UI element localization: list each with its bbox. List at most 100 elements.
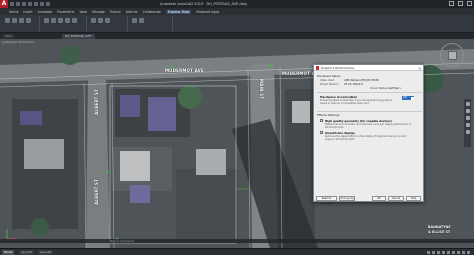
autocad-window: A Autodesk AutoCAD 2019 · DH_PORTAGE_AVE… [0,0,474,255]
intersection-label-line1: BANNATYNE [428,225,451,229]
window-controls [449,1,472,6]
driver-version-label: Driver Version: [320,82,340,86]
ribbon-tab-annotate[interactable]: Annotate [38,10,53,14]
ribbon-tab-view[interactable]: View [79,10,87,14]
layer-state-icon[interactable] [139,18,144,23]
open-file-icon[interactable] [16,1,20,6]
street-label-albert-south: ALBERT ST [94,179,99,205]
cancel-button[interactable]: Cancel [388,196,404,201]
video-card-value: AMD Radeon(TM) R5 M330 [344,78,379,82]
title-bar: A Autodesk AutoCAD 2019 · DH_PORTAGE_AVE… [0,0,474,8]
dialog-app-icon [315,66,319,70]
dialog-separator [317,92,422,93]
polyline-tool-icon[interactable] [12,18,17,23]
viewcube-face-icon[interactable] [448,51,457,60]
viewport-controls-label[interactable]: [-][Top][2D Wireframe] [2,40,34,44]
plot-icon[interactable] [34,1,38,6]
layout-tab-layout2[interactable]: Layout2 [38,250,54,255]
graphics-performance-dialog: Graphics Performance × Hardware Setup Vi… [313,64,424,205]
command-line[interactable]: Type a command [0,239,474,243]
ribbon-tab-parametric[interactable]: Parametric [57,10,74,14]
autocad-logo-icon[interactable]: A [0,0,8,8]
trim-tool-icon[interactable] [72,18,77,23]
dialog-titlebar: Graphics Performance × [314,65,423,71]
driver-status-label: Driver Status: [370,86,388,90]
street-label-albert-north: ALBERT ST [94,89,99,115]
close-icon[interactable] [467,1,472,6]
ribbon-tab-add-ins[interactable]: Add-ins [126,10,138,14]
undo-icon[interactable] [40,1,44,6]
orbit-icon[interactable] [465,123,470,127]
command-prompt[interactable]: Type a command [110,239,134,243]
grid-toggle-icon[interactable] [427,251,430,254]
status-toggle-icons [427,251,470,254]
street-label-main: MAIN ST [259,79,264,100]
ribbon-panel [0,15,474,33]
ribbon-tab-bar: Home Insert Annotate Parametric View Manage Ou… [0,8,474,15]
arc-tool-icon[interactable] [26,18,31,23]
maximize-icon[interactable] [458,1,463,6]
ribbon-tab-home[interactable]: Home [9,10,18,14]
zoom-icon[interactable] [465,116,470,120]
smooth-line-checkbox[interactable] [320,131,324,135]
intersection-label: BANNATYNE & ELLICE ST [428,225,451,234]
layer-properties-icon[interactable] [132,18,137,23]
save-icon[interactable] [22,1,26,6]
snap-toggle-icon[interactable] [432,251,435,254]
pan-icon[interactable] [465,109,470,113]
leader-tool-icon[interactable] [105,18,110,23]
ribbon-tab-output[interactable]: Output [110,10,121,14]
ortho-toggle-icon[interactable] [437,251,440,254]
ribbon-group-annotation [88,16,128,31]
effects-settings-heading: Effects Settings [317,113,340,117]
window-title: Autodesk AutoCAD 2019 · DH_PORTAGE_AVE.d… [160,1,247,6]
save-as-icon[interactable] [28,1,32,6]
move-tool-icon[interactable] [44,18,49,23]
ribbon-tab-insert[interactable]: Insert [23,10,32,14]
layout-tab-layout1[interactable]: Layout1 [19,250,35,255]
text-tool-icon[interactable] [91,18,96,23]
workspace-gear-icon[interactable] [462,251,465,254]
ribbon-tab-featured-apps[interactable]: Featured Apps [196,10,219,14]
toggle-state-text: ON [403,96,407,100]
copy-tool-icon[interactable] [58,18,63,23]
redo-icon[interactable] [46,1,50,6]
dimension-tool-icon[interactable] [98,18,103,23]
polar-toggle-icon[interactable] [442,251,445,254]
ribbon-group-modify [41,16,87,31]
steering-wheel-icon[interactable] [465,102,470,106]
viewcube[interactable] [440,43,464,67]
layout-tab-model[interactable]: Model [2,250,15,255]
osnap-toggle-icon[interactable] [447,251,450,254]
smooth-line-description: Removes the jagged effect on the display… [325,134,407,141]
help-button[interactable]: Help [406,196,421,201]
ribbon-tab-manage[interactable]: Manage [92,10,105,14]
high-quality-geometry-checkbox[interactable] [320,119,324,123]
circle-tool-icon[interactable] [19,18,24,23]
ribbon-group-draw [2,16,40,31]
hardware-acceleration-toggle[interactable]: ON [402,96,414,100]
ribbon-group-layers [129,16,173,31]
mirror-tool-icon[interactable] [65,18,70,23]
new-file-icon[interactable] [10,1,14,6]
customization-menu-icon[interactable] [467,251,470,254]
minimize-icon[interactable] [449,1,454,6]
showmotion-icon[interactable] [465,130,470,134]
tuning-log-button[interactable]: Tuning Log [339,196,355,201]
status-bar: Model Layout1 Layout2 [0,248,474,255]
annotation-scale-icon[interactable] [457,251,460,254]
ribbon-tab-collaborate[interactable]: Collaborate [143,10,161,14]
rotate-tool-icon[interactable] [51,18,56,23]
lineweight-toggle-icon[interactable] [452,251,455,254]
hardware-acceleration-description: Enable hardware acceleration if you are … [320,99,392,105]
driver-version-value: 25.20.15002.0 [344,82,363,86]
dialog-close-icon[interactable]: × [418,66,421,71]
navigation-bar [464,99,471,147]
high-quality-geometry-description: Makes lines look smoother and improves c… [325,122,412,129]
ok-button[interactable]: OK [372,196,386,201]
toggle-knob [410,96,414,100]
restore-defaults-button[interactable]: Restore Defaults [316,196,337,205]
ribbon-tab-express-tools[interactable]: Express Tools [166,9,192,14]
quick-access-toolbar [10,1,50,6]
line-tool-icon[interactable] [5,18,10,23]
